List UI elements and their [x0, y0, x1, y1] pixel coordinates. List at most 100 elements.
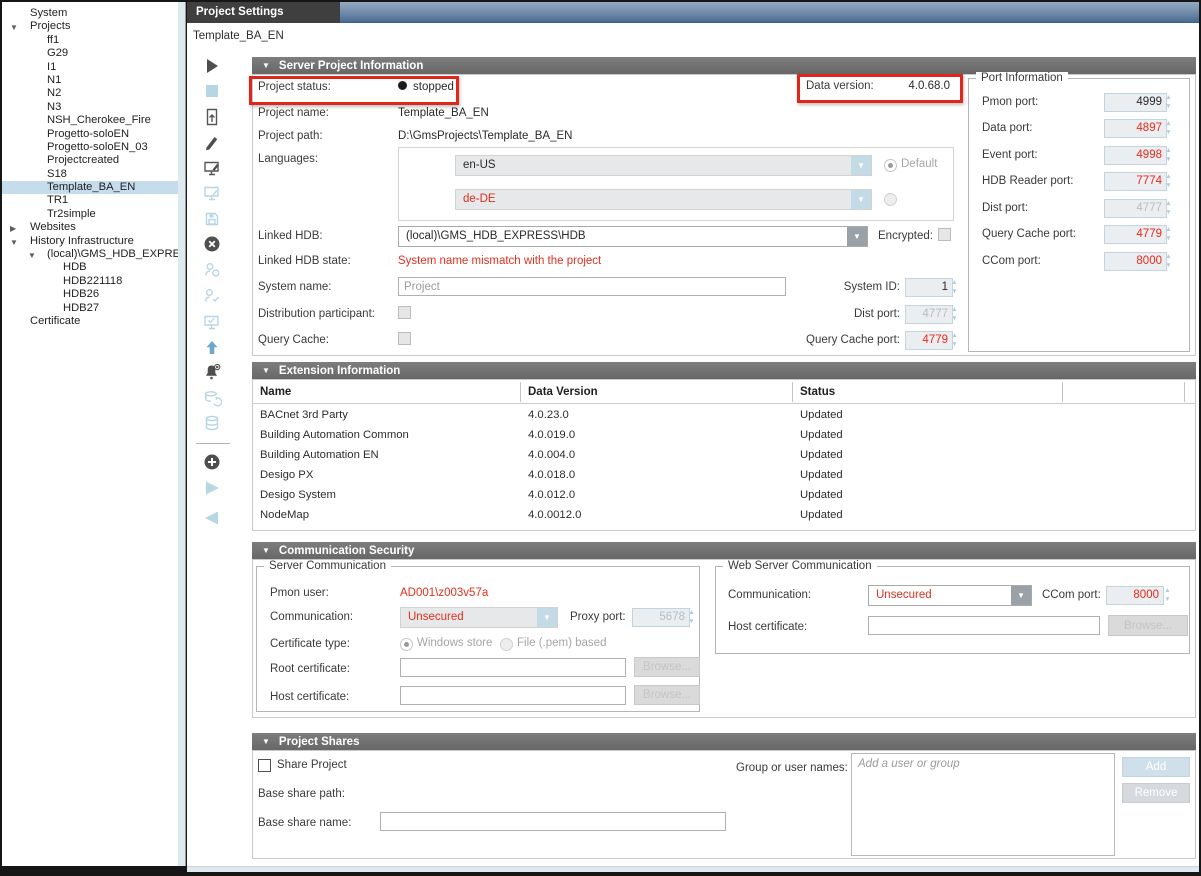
share-project-checkbox[interactable] — [258, 759, 271, 772]
root-certificate-input[interactable] — [400, 658, 626, 677]
ccom-port-input[interactable]: 8000 — [1104, 252, 1167, 271]
tree-item-project[interactable]: TR1 — [2, 194, 178, 207]
secondary-language-radio[interactable] — [884, 193, 897, 206]
base-share-name-input[interactable] — [380, 812, 726, 831]
linked-hdb-dropdown[interactable]: (local)\GMS_HDB_EXPRESS\HDB▼ — [398, 226, 868, 247]
collapse-icon[interactable]: ▼ — [262, 542, 270, 559]
column-separator[interactable] — [520, 382, 521, 402]
tree-item-history-infrastructure[interactable]: ▼History Infrastructure — [2, 235, 178, 248]
tree-item-project[interactable]: NSH_Cherokee_Fire — [2, 114, 178, 127]
pmon-port-stepper[interactable]: ▲▼ — [1163, 93, 1174, 111]
tree-item-certificate[interactable]: Certificate — [2, 315, 178, 328]
station-check-button[interactable] — [202, 311, 224, 333]
web-ccom-port-input[interactable]: 8000 — [1106, 586, 1164, 605]
link-station-button[interactable] — [202, 182, 224, 204]
hdb-reader-port-stepper[interactable]: ▲▼ — [1163, 172, 1174, 190]
tree-item-hdb[interactable]: HDB — [2, 261, 178, 274]
web-host-certificate-input[interactable] — [868, 616, 1100, 635]
host-certificate-browse-button[interactable]: Browse... — [634, 685, 700, 705]
chevron-down-icon[interactable]: ▼ — [851, 156, 871, 175]
tree-item-project[interactable]: N1 — [2, 74, 178, 87]
windows-store-radio[interactable] — [400, 638, 413, 651]
system-id-stepper[interactable]: ▲▼ — [949, 278, 960, 296]
sidebar-splitter[interactable] — [178, 2, 186, 866]
chevron-down-icon[interactable]: ▼ — [537, 608, 557, 627]
chevron-down-icon[interactable]: ▼ — [851, 190, 871, 209]
pem-file-radio[interactable] — [500, 638, 513, 651]
system-id-input[interactable]: 1 — [905, 278, 953, 297]
column-separator[interactable] — [1062, 382, 1063, 402]
start-project-button[interactable] — [202, 55, 224, 77]
tree-item-hdb[interactable]: HDB26 — [2, 288, 178, 301]
collapse-icon[interactable]: ▼ — [262, 57, 270, 74]
tree-item-websites[interactable]: ▶Websites — [2, 221, 178, 234]
data-port-stepper[interactable]: ▲▼ — [1163, 119, 1174, 137]
column-header-name[interactable]: Name — [260, 386, 291, 398]
tree-item-project[interactable]: G29 — [2, 47, 178, 60]
server-communication-dropdown[interactable]: Unsecured▼ — [400, 607, 558, 628]
distribution-participant-checkbox[interactable] — [398, 306, 411, 319]
upgrade-project-button[interactable] — [202, 106, 224, 128]
history-database-button[interactable] — [202, 412, 224, 434]
add-button[interactable]: Add — [1122, 757, 1190, 777]
column-separator[interactable] — [792, 382, 793, 402]
ccom-port-stepper[interactable]: ▲▼ — [1163, 252, 1174, 270]
tree-item-hdb[interactable]: HDB27 — [2, 302, 178, 315]
secondary-language-dropdown[interactable]: de-DE▼ — [455, 189, 872, 210]
section-header-extension-information[interactable]: ▼Extension Information — [252, 362, 1196, 379]
dist-port-input-2[interactable]: 4777 — [1104, 199, 1167, 218]
section-header-project-shares[interactable]: ▼Project Shares — [252, 733, 1196, 750]
host-certificate-input[interactable] — [400, 686, 626, 705]
tree-item-system[interactable]: System — [2, 7, 178, 20]
column-header-status[interactable]: Status — [800, 386, 835, 398]
root-certificate-browse-button[interactable]: Browse... — [634, 657, 700, 677]
proxy-port-input[interactable]: 5678 — [632, 608, 690, 627]
tree-item-project[interactable]: Tr2simple — [2, 208, 178, 221]
primary-language-dropdown[interactable]: en-US▼ — [455, 155, 872, 176]
query-cache-port-stepper[interactable]: ▲▼ — [949, 331, 960, 349]
tree-item-project[interactable]: S18 — [2, 168, 178, 181]
column-separator[interactable] — [1184, 382, 1185, 402]
default-language-radio[interactable] — [884, 159, 897, 172]
query-cache-port-input[interactable]: 4779 — [905, 331, 953, 350]
collapse-icon[interactable]: ▼ — [262, 362, 270, 379]
proxy-port-stepper[interactable]: ▲▼ — [686, 608, 697, 626]
activate-button[interactable] — [202, 477, 224, 499]
encrypted-checkbox[interactable] — [938, 228, 951, 241]
tree-item-project[interactable]: N3 — [2, 101, 178, 114]
save-button[interactable] — [202, 208, 224, 230]
web-host-certificate-browse-button[interactable]: Browse... — [1108, 615, 1188, 636]
pmon-port-input[interactable]: 4999 — [1104, 93, 1167, 112]
dist-port-stepper[interactable]: ▲▼ — [949, 305, 960, 323]
collapse-icon[interactable]: ▼ — [262, 733, 270, 750]
data-port-input[interactable]: 4897 — [1104, 119, 1167, 138]
user-settings-button[interactable] — [202, 259, 224, 281]
chevron-down-icon[interactable]: ▼ — [1011, 586, 1031, 605]
query-cache-port-stepper-2[interactable]: ▲▼ — [1163, 225, 1174, 243]
tree-item-project[interactable]: Projectcreated — [2, 154, 178, 167]
section-header-communication-security[interactable]: ▼Communication Security — [252, 542, 1196, 559]
tree-item-project[interactable]: N2 — [2, 87, 178, 100]
remove-button[interactable]: Remove — [1122, 783, 1190, 803]
stop-project-button[interactable] — [202, 80, 224, 102]
web-communication-dropdown[interactable]: Unsecured▼ — [868, 585, 1032, 606]
event-port-stepper[interactable]: ▲▼ — [1163, 146, 1174, 164]
dist-port-input[interactable]: 4777 — [905, 305, 953, 324]
upload-button[interactable] — [202, 337, 224, 359]
event-port-input[interactable]: 4998 — [1104, 146, 1167, 165]
tree-item-hdb[interactable]: HDB221118 — [2, 275, 178, 288]
tree-item-project[interactable]: ff1 — [2, 34, 178, 47]
tree-item-project[interactable]: Progetto-soloEN_03 — [2, 141, 178, 154]
tab-project-settings[interactable]: Project Settings — [187, 2, 340, 23]
previous-button[interactable] — [202, 507, 224, 529]
history-refresh-button[interactable] — [202, 387, 224, 409]
column-header-data-version[interactable]: Data Version — [528, 386, 598, 398]
dist-port-stepper-2[interactable]: ▲▼ — [1163, 199, 1174, 217]
delete-project-button[interactable] — [202, 233, 224, 255]
tree-item-projects[interactable]: ▼Projects — [2, 20, 178, 33]
query-cache-port-input-2[interactable]: 4779 — [1104, 225, 1167, 244]
edit-station-button[interactable] — [202, 157, 224, 179]
web-ccom-port-stepper[interactable]: ▲▼ — [1162, 586, 1173, 604]
tree-item-hdb-server[interactable]: ▼(local)\GMS_HDB_EXPRESS — [2, 248, 178, 261]
edit-project-button[interactable] — [202, 131, 224, 153]
